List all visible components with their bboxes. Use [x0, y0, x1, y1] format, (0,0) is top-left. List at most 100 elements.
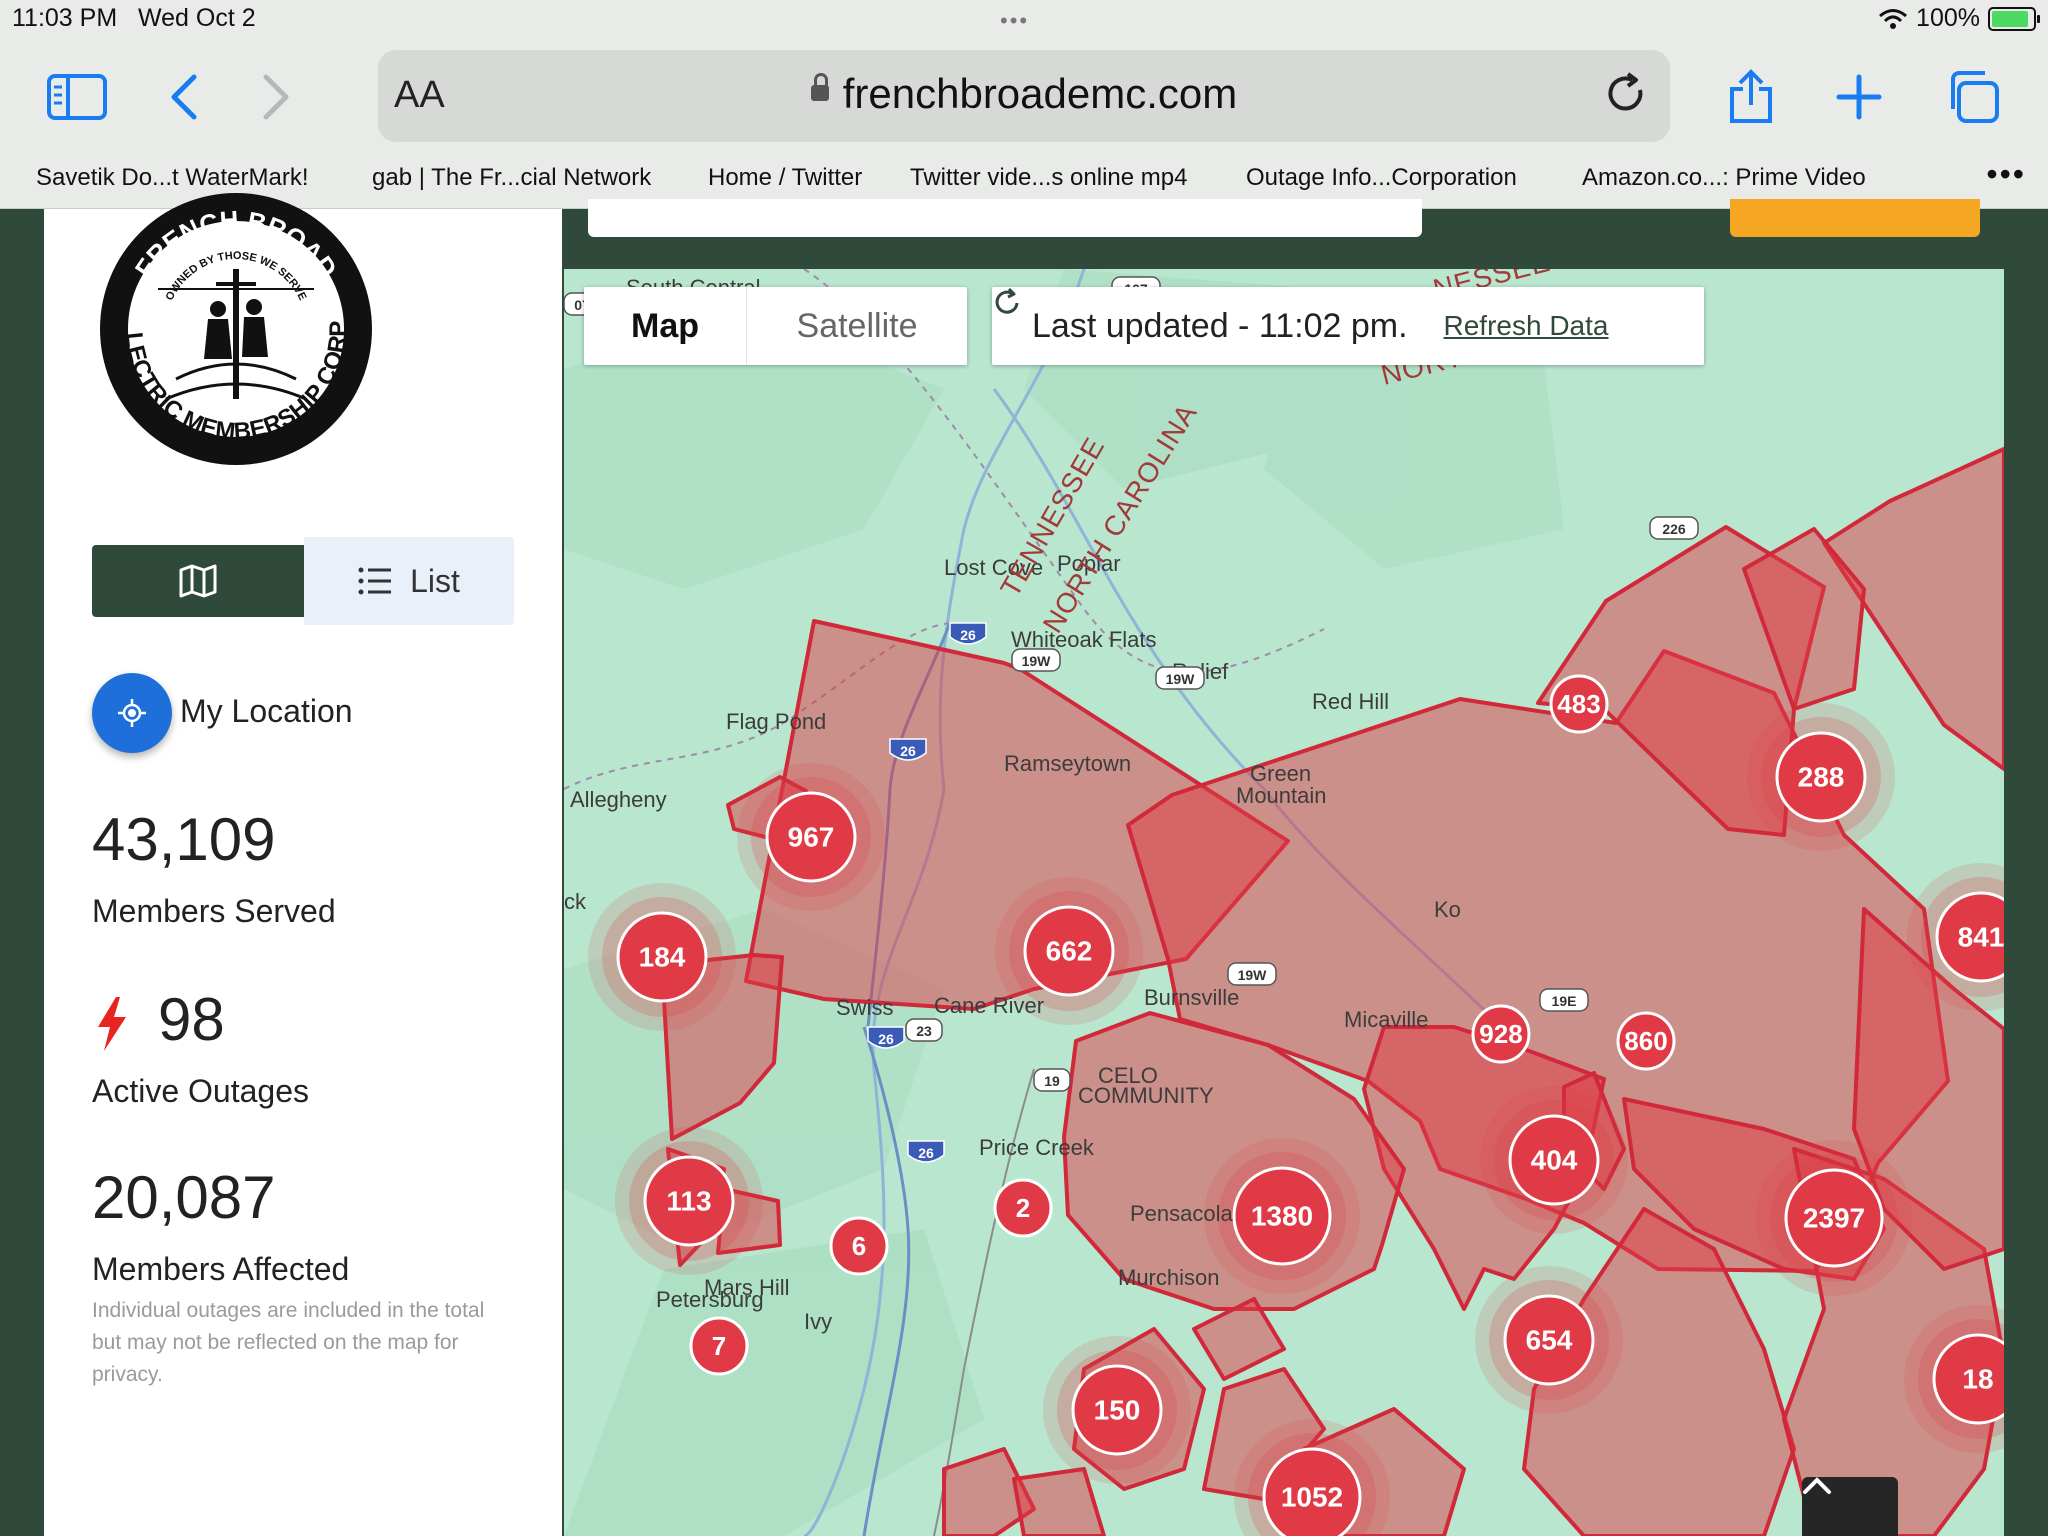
cluster-count: 483: [1557, 689, 1600, 719]
cluster-count: 404: [1531, 1145, 1578, 1176]
outage-cluster[interactable]: 150: [1043, 1336, 1191, 1484]
url-text[interactable]: frenchbroademc.com: [378, 70, 1670, 118]
place-label: COMMUNITY: [1078, 1083, 1214, 1108]
map-type-satellite-button[interactable]: Satellite: [746, 287, 967, 365]
bookmark-item[interactable]: Twitter vide...s online mp4: [910, 164, 1187, 192]
outage-cluster[interactable]: 2: [993, 1178, 1053, 1238]
place-label: Mountain: [1236, 783, 1327, 808]
route-label: 19W: [1238, 967, 1268, 983]
place-label: Cane River: [934, 993, 1044, 1018]
forward-icon[interactable]: [242, 62, 312, 132]
us-route-shield: 19E: [1539, 988, 1589, 1012]
bookmark-item[interactable]: Outage Info...Corporation: [1246, 164, 1517, 192]
last-updated-text: Last updated - 11:02 pm.: [1032, 306, 1408, 345]
scroll-to-top-button[interactable]: [1802, 1477, 1898, 1536]
place-label: Burnsville: [1144, 985, 1239, 1010]
battery-percent: 100%: [1916, 4, 1980, 32]
sidebar-icon[interactable]: [42, 62, 112, 132]
us-route-shield: 226: [1649, 516, 1699, 540]
my-location-button[interactable]: [92, 673, 172, 753]
crosshair-icon: [118, 699, 146, 727]
outage-cluster[interactable]: 288: [1747, 703, 1895, 851]
us-route-shield: 19W: [1011, 648, 1061, 672]
active-outages-value: 98: [158, 986, 225, 1053]
cluster-count: 18: [1962, 1364, 1993, 1395]
back-icon[interactable]: [148, 62, 218, 132]
battery-icon: [1988, 6, 2040, 31]
route-label: 26: [960, 627, 976, 643]
cluster-count: 860: [1624, 1026, 1667, 1056]
cluster-count: 113: [666, 1186, 711, 1217]
us-route-shield: 19W: [1155, 666, 1205, 690]
cluster-count: 841: [1958, 922, 2004, 953]
route-label: 26: [900, 743, 916, 759]
outage-cluster[interactable]: 184: [588, 883, 736, 1031]
outage-cluster[interactable]: 928: [1471, 1004, 1531, 1064]
cluster-count: 288: [1798, 762, 1845, 793]
my-location-label[interactable]: My Location: [180, 693, 353, 730]
multitask-dots[interactable]: •••: [1000, 8, 1029, 34]
search-button[interactable]: [1730, 199, 1980, 237]
place-label: ck: [564, 889, 587, 914]
map-view-button[interactable]: [92, 545, 304, 617]
address-search-input[interactable]: [588, 199, 1422, 237]
outage-cluster[interactable]: 967: [737, 763, 885, 911]
outage-cluster[interactable]: 2397: [1756, 1140, 1912, 1296]
outage-cluster[interactable]: 860: [1616, 1011, 1676, 1071]
place-label: Price Creek: [979, 1135, 1095, 1160]
map-type-map-button[interactable]: Map: [584, 287, 746, 365]
outage-cluster[interactable]: 404: [1480, 1086, 1628, 1234]
reload-icon[interactable]: [1604, 70, 1648, 123]
route-label: 19W: [1166, 671, 1196, 687]
browser-chrome: 11:03 PM Wed Oct 2 ••• 100% AA frenchbro…: [0, 0, 2048, 209]
map-canvas[interactable]: 967184 662483288841928 860404113 1380 239726…: [564, 269, 2004, 1536]
bookmark-item[interactable]: Amazon.co...: Prime Video: [1582, 164, 1866, 192]
list-view-label: List: [410, 562, 460, 599]
cluster-count: 662: [1046, 936, 1093, 967]
address-bar[interactable]: AA frenchbroademc.com: [378, 50, 1670, 142]
route-label: 26: [878, 1031, 894, 1047]
outage-cluster[interactable]: 6: [829, 1216, 889, 1276]
route-label: 19W: [1022, 653, 1052, 669]
bookmark-item[interactable]: Savetik Do...t WaterMark!: [36, 164, 309, 192]
outage-cluster[interactable]: 113: [615, 1127, 763, 1275]
outage-map[interactable]: 967 184 662 483 288 841 928 860 404 113 1380 2397 2 6…: [564, 269, 2004, 1536]
map-icon: [179, 564, 217, 598]
interstate-shield: 26: [949, 622, 987, 645]
route-label: 19: [1044, 1073, 1060, 1089]
status-time: 11:03 PM Wed Oct 2: [12, 4, 256, 32]
members-served-label: Members Served: [92, 893, 336, 929]
list-view-button[interactable]: List: [304, 537, 514, 625]
cluster-count: 2397: [1803, 1203, 1865, 1234]
refresh-data-link[interactable]: Refresh Data: [995, 287, 1608, 342]
active-outages-label: Active Outages: [92, 1073, 309, 1109]
last-updated-panel: Last updated - 11:02 pm. Refresh Data: [992, 287, 1704, 365]
outage-cluster[interactable]: 483: [1549, 674, 1609, 734]
place-label: Micaville: [1344, 1007, 1428, 1032]
route-label: 226: [1662, 521, 1686, 537]
place-label: Red Hill: [1312, 689, 1389, 714]
tabs-icon[interactable]: [1938, 62, 2008, 132]
chevron-up-icon: [1803, 1477, 1831, 1494]
bookmark-item[interactable]: gab | The Fr...cial Network: [372, 164, 651, 192]
share-icon[interactable]: [1716, 62, 1786, 132]
more-icon[interactable]: •••: [1986, 156, 2026, 193]
cluster-count: 654: [1526, 1325, 1573, 1356]
sidebar-panel: FRENCH BROAD OWNED BY THOSE WE SERVE ELE…: [44, 189, 562, 1536]
outage-cluster[interactable]: 7: [689, 1316, 749, 1376]
members-affected-value: 20,087: [92, 1164, 276, 1231]
cluster-count: 184: [639, 942, 686, 973]
cluster-count: 2: [1016, 1193, 1030, 1223]
place-label: Ko: [1434, 897, 1461, 922]
outage-cluster[interactable]: 654: [1475, 1266, 1623, 1414]
map-type-control: Map Satellite: [584, 287, 967, 365]
wifi-icon: [1879, 8, 1908, 29]
place-label: Pensacola: [1130, 1201, 1234, 1226]
refresh-icon: [995, 287, 1019, 314]
web-page: FRENCH BROAD OWNED BY THOSE WE SERVE ELE…: [0, 189, 2048, 1536]
lock-icon: [810, 72, 829, 101]
place-label: Allegheny: [570, 787, 667, 812]
lightning-bolt-icon: [98, 997, 126, 1051]
bookmark-item[interactable]: Home / Twitter: [708, 164, 862, 192]
new-tab-icon[interactable]: [1824, 62, 1894, 132]
